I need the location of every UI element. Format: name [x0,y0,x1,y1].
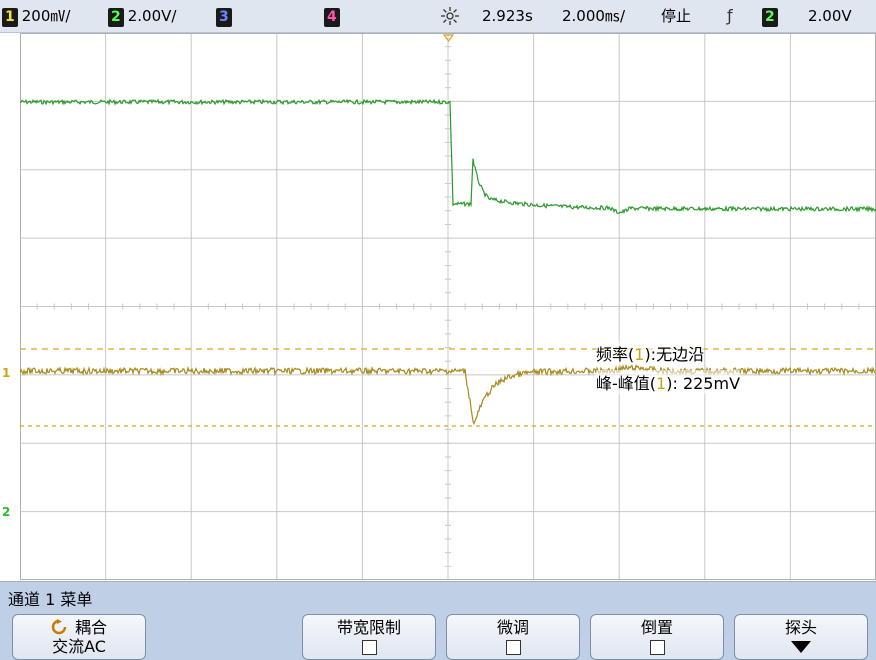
trigger-readout[interactable]: 2 [762,6,782,27]
trigger-level[interactable]: 2.00V [808,6,852,26]
trigger-source-badge: 2 [762,8,778,27]
rising-edge-icon: ƒ [727,6,733,25]
invert-label: 倒置 [640,618,673,637]
ch2-marker-label: 2 [2,505,11,519]
time-scale[interactable]: 2.000㎳/ [562,6,625,26]
rotate-knob-icon [51,619,67,635]
acquire-icon [440,6,460,26]
ch1-badge: 1 [2,8,18,27]
ch2-scale-readout[interactable]: 2 2.00V/ [108,6,177,27]
freq-label: 频率( [596,345,635,364]
waveform-svg [20,33,876,580]
ch2-scale: 2.00V/ [127,7,177,25]
pp-label: 峰-峰值( [596,374,657,393]
fine-button[interactable]: 微调 [446,614,580,660]
ch3-badge: 3 [216,8,232,27]
graticule [20,33,876,580]
probe-label: 探头 [784,618,817,637]
pp-channel: 1 [656,374,667,393]
status-bar: 1 200㎷/ 2 2.00V/ 3 4 2.923s 2.000㎳/ 停止 ƒ 2… [0,0,876,33]
ch3-readout[interactable]: 3 [216,6,236,27]
softkey-menu: 通道 1 菜单 耦合 交流AC 带宽限制 微调 倒置 探头 [0,581,876,660]
freq-measurement: 频率(1):无边沿 [596,341,705,365]
run-state: 停止 [661,7,692,25]
ch1-ground-marker[interactable]: 1 [2,366,10,380]
fine-checkbox[interactable] [505,640,521,655]
freq-value: ):无边沿 [644,345,705,364]
ch2-ground-marker[interactable]: 2 [2,505,10,519]
coupling-label: 耦合 [74,618,107,637]
pp-value: ): 225mV [666,374,741,393]
bw-limit-button[interactable]: 带宽限制 [302,614,436,660]
ch1-scale-readout[interactable]: 1 200㎷/ [2,6,71,27]
ch4-badge: 4 [324,8,340,27]
menu-title: 通道 1 菜单 [8,590,93,609]
arrow-down-icon [791,641,811,653]
sun-icon [441,7,459,25]
coupling-value: 交流AC [52,637,106,656]
ch1-marker-label: 1 [2,366,11,380]
coupling-row: 耦合 [13,618,145,638]
pp-measurement: 峰-峰值(1): 225mV [596,370,741,394]
time-delay[interactable]: 2.923s [482,6,533,26]
ch1-scale: 200㎷/ [21,7,71,25]
freq-channel: 1 [634,345,645,364]
fine-label: 微调 [496,618,529,637]
probe-button[interactable]: 探头 [734,614,868,660]
coupling-button[interactable]: 耦合 交流AC [12,614,146,660]
bw-limit-checkbox[interactable] [361,640,377,655]
waveform-display[interactable]: 频率(1):无边沿 峰-峰值(1): 225mV [20,33,876,580]
ch4-readout[interactable]: 4 [324,6,344,27]
bw-limit-label: 带宽限制 [336,618,401,637]
invert-checkbox[interactable] [649,640,665,655]
invert-button[interactable]: 倒置 [590,614,724,660]
ch2-badge: 2 [108,8,124,27]
